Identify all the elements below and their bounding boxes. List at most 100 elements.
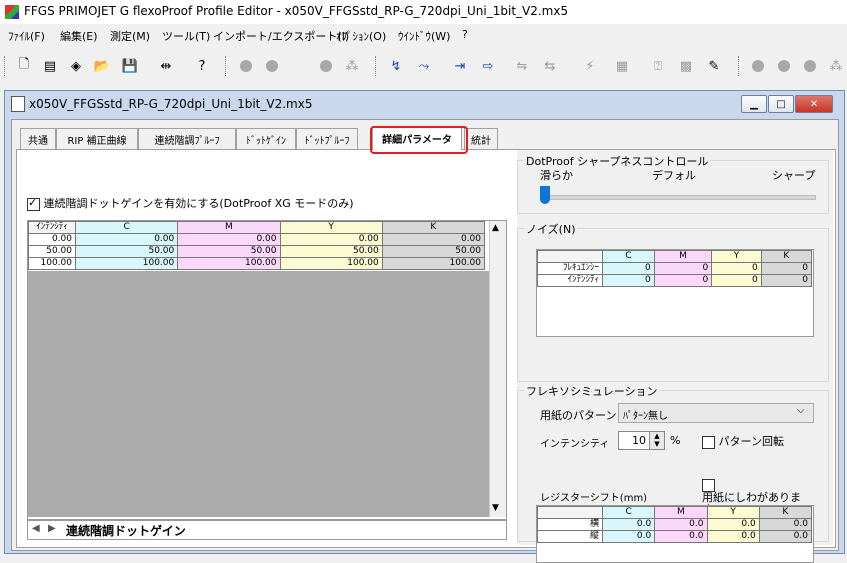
register-header-k: K — [758, 506, 813, 519]
curve-edit-icon[interactable]: ⤳ — [414, 56, 434, 76]
menu-help[interactable]: ? — [462, 28, 468, 41]
table-cell[interactable]: 0 — [711, 262, 762, 275]
tab-statistics[interactable]: 統計 — [464, 128, 498, 149]
table-cell[interactable]: 50.00 — [381, 245, 486, 258]
table-cell[interactable]: 0 — [653, 274, 713, 287]
expand-icon[interactable]: ⇹ — [156, 56, 176, 76]
table-cell[interactable]: 50.00 — [177, 245, 281, 258]
paper-pattern-select[interactable]: ﾊﾟﾀｰﾝ無し ⌵ — [618, 403, 814, 423]
table-cell[interactable]: 100.00 — [74, 257, 179, 270]
table-cell[interactable]: 0 — [760, 274, 813, 287]
sharpness-slider-thumb[interactable] — [540, 186, 550, 204]
menu-tools[interactable]: ツール(T) — [162, 28, 210, 44]
table-cell[interactable]: 100.00 — [28, 257, 76, 270]
network-icon[interactable]: ⁂ — [826, 56, 846, 76]
table-cell[interactable]: 50.00 — [279, 245, 383, 258]
table-cell[interactable]: 0.00 — [28, 233, 76, 246]
sheet-prev-icon[interactable]: ◀ — [32, 523, 40, 534]
sharpness-slider-track[interactable] — [540, 195, 816, 200]
table-cell[interactable]: 0.0 — [758, 530, 813, 543]
table-cell[interactable]: 0 — [760, 262, 813, 275]
table-cell[interactable]: 0.00 — [74, 233, 179, 246]
intensity-value: 10 — [632, 434, 646, 447]
disabled-tool-icon[interactable] — [748, 56, 768, 76]
tab-rip-curve[interactable]: RIP 補正曲線 — [56, 128, 138, 149]
table-cell[interactable]: 100.00 — [279, 257, 383, 270]
dotgain-grid[interactable]: ｲﾝﾃﾝｼﾃｨ C M Y K 0.00 0.00 0.00 0.00 0.00 — [27, 220, 507, 520]
network-icon[interactable]: ⁂ — [342, 56, 362, 76]
save-icon[interactable]: 💾 — [120, 56, 140, 76]
menu-file[interactable]: ﾌｧｲﾙ(F) — [8, 28, 45, 44]
intensity-spinner[interactable]: ▲ ▼ — [649, 431, 665, 450]
table-row: ｲﾝﾃﾝｼﾃｨ 0 0 0 0 — [537, 274, 813, 287]
table-cell[interactable]: 0.00 — [381, 233, 486, 246]
tab-dot-gain[interactable]: ﾄﾞｯﾄｹﾞｲﾝ — [236, 128, 296, 149]
dotgain-enable-checkbox[interactable] — [27, 196, 40, 211]
tab-common[interactable]: 共通 — [20, 128, 56, 149]
table-cell[interactable]: 0 — [602, 262, 655, 275]
open-folder-icon[interactable]: 📂 — [92, 56, 112, 76]
minimize-button[interactable]: ▁ — [741, 95, 767, 113]
table-cell[interactable]: 100.00 — [381, 257, 486, 270]
table-cell[interactable]: 0.0 — [758, 518, 813, 531]
import-icon[interactable]: ⇥ — [450, 56, 470, 76]
export-icon[interactable]: ⇨ — [478, 56, 498, 76]
disabled-tool-icon[interactable] — [774, 56, 794, 76]
table-cell[interactable]: 0.0 — [601, 530, 656, 543]
maximize-button[interactable]: □ — [768, 95, 794, 113]
disabled-tool-icon[interactable] — [236, 56, 256, 76]
table-cell[interactable]: 0.0 — [601, 518, 656, 531]
table-cell[interactable]: 50.00 — [28, 245, 76, 258]
wrinkle-checkbox[interactable] — [702, 479, 715, 492]
help-icon[interactable]: ? — [192, 56, 212, 76]
disabled-tool-icon[interactable] — [262, 56, 282, 76]
menu-edit[interactable]: 編集(E) — [60, 28, 98, 44]
vertical-scrollbar[interactable]: ▲ ▼ — [489, 221, 506, 517]
pattern-rotate-checkbox[interactable] — [702, 435, 715, 449]
menu-measure[interactable]: 測定(M) — [110, 28, 150, 44]
color-file-icon[interactable]: ◈ — [66, 56, 86, 76]
pattern-rotate-row[interactable]: パターン回転 — [702, 433, 784, 449]
table-icon[interactable]: ▩ — [676, 56, 696, 76]
curve-tool-icon[interactable]: ↯ — [386, 56, 406, 76]
table-cell[interactable]: 0.0 — [706, 518, 760, 531]
app-title-bar: FFGS PRIMOJET G flexoProof Profile Edito… — [0, 0, 847, 24]
table-cell[interactable]: 0 — [711, 274, 762, 287]
grid-icon[interactable]: ▦ — [612, 56, 632, 76]
tab-dot-proof[interactable]: ﾄﾞｯﾄﾌﾟﾙｰﾌ — [296, 128, 358, 149]
register-header-y: Y — [706, 506, 760, 519]
register-shift-grid[interactable]: C M Y K 横 0.0 0.0 0.0 0.0 縦 0.0 0.0 0.0 … — [536, 505, 814, 563]
scroll-down-icon[interactable]: ▼ — [492, 503, 499, 513]
edit-icon[interactable]: ✎ — [704, 56, 724, 76]
table-cell[interactable]: 50.00 — [74, 245, 179, 258]
new-file-icon[interactable]: 🗋 — [14, 56, 34, 76]
table-cell[interactable]: 100.00 — [177, 257, 281, 270]
disabled-tool-icon[interactable] — [316, 56, 336, 76]
table-cell[interactable]: 0.0 — [654, 518, 708, 531]
swap-icon[interactable]: ⇆ — [540, 56, 560, 76]
sheet-tab-dotgain[interactable]: 連続階調ドットゲイン — [66, 522, 186, 539]
table-cell[interactable]: 0.0 — [706, 530, 760, 543]
close-button[interactable]: ✕ — [795, 95, 833, 113]
dotgain-enable-row[interactable]: 連続階調ドットゲインを有効にする(DotProof XG モードのみ) — [27, 195, 354, 211]
disabled-tool-icon[interactable] — [800, 56, 820, 76]
document-icon[interactable]: ▤ — [40, 56, 60, 76]
table-cell[interactable]: 0.00 — [177, 233, 281, 246]
table-cell[interactable]: 0.00 — [279, 233, 383, 246]
menu-window[interactable]: ｳｲﾝﾄﾞｳ(W) — [398, 28, 450, 44]
sheet-next-icon[interactable]: ▶ — [48, 523, 56, 534]
table-cell[interactable]: 0 — [602, 274, 655, 287]
noise-grid[interactable]: C M Y K ﾌﾚｷｭｴﾝｼｰ 0 0 0 0 ｲﾝﾃﾝｼﾃｨ 0 0 0 0 — [536, 249, 814, 337]
tab-contone-proof[interactable]: 連続階調ﾌﾟﾙｰﾌ — [138, 128, 236, 149]
scroll-up-icon[interactable]: ▲ — [492, 223, 499, 233]
table-cell[interactable]: 0.0 — [654, 530, 708, 543]
register-header-m: M — [654, 506, 708, 519]
help-box-icon[interactable]: ⍰ — [648, 56, 668, 76]
menu-options[interactable]: ｵﾌﾟｼｮﾝ(O) — [336, 28, 386, 44]
table-cell[interactable]: 0 — [653, 262, 713, 275]
document-icon — [11, 96, 25, 112]
intensity-input[interactable]: 10 — [618, 431, 650, 450]
brush-icon[interactable]: ⚡ — [580, 56, 600, 76]
menu-import-export[interactable]: インポート/エクスポート(I) — [213, 28, 349, 44]
link-icon[interactable]: ⇋ — [512, 56, 532, 76]
